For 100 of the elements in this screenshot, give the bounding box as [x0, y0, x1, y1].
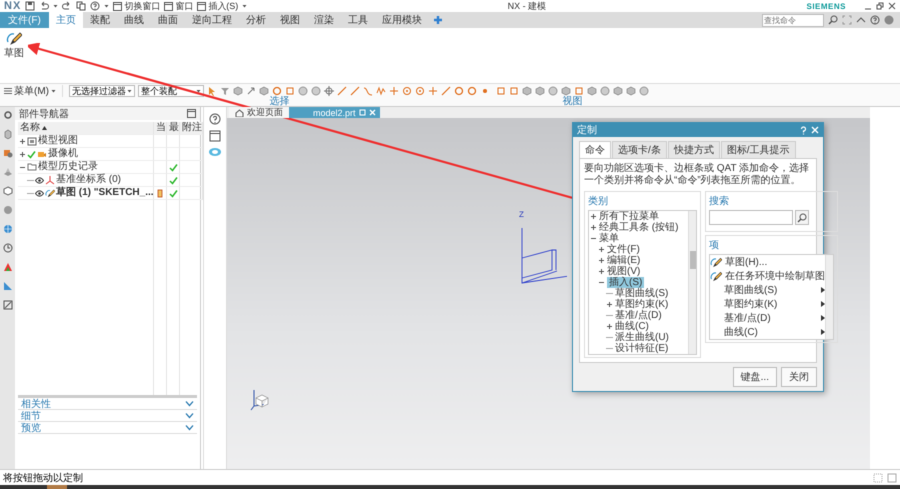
square-icon[interactable] — [509, 86, 519, 96]
restore-icon[interactable] — [876, 2, 884, 10]
collapsible-panel-header[interactable]: 预览 — [18, 422, 197, 434]
caret-up-icon[interactable] — [856, 15, 866, 25]
tree-item-label[interactable]: 模型视图 — [38, 135, 78, 147]
expand-icon[interactable] — [606, 301, 613, 308]
sphere-icon[interactable] — [600, 86, 610, 96]
category-item[interactable]: 草图约束(K) — [615, 299, 668, 310]
command-item[interactable]: 草图(H)... — [710, 255, 825, 269]
ribbon-tab[interactable]: 曲线 — [116, 12, 151, 28]
crosshair-icon[interactable] — [324, 86, 334, 96]
square-icon[interactable] — [574, 86, 584, 96]
tree-item-label[interactable]: 摄像机 — [48, 148, 78, 160]
submenu-item[interactable]: 草图约束(K) — [710, 297, 825, 311]
close-icon[interactable] — [888, 2, 896, 10]
ribbon-tab[interactable]: 渲染 — [306, 12, 341, 28]
sphere-icon[interactable] — [548, 86, 558, 96]
line-icon[interactable] — [441, 86, 451, 96]
point-icon[interactable] — [480, 86, 490, 96]
cube-icon[interactable] — [587, 86, 597, 96]
sketch-command-button[interactable]: 草图 — [4, 30, 24, 58]
curve-icon[interactable] — [363, 86, 373, 96]
search-field[interactable] — [709, 210, 793, 225]
collapse-icon[interactable] — [590, 235, 597, 242]
expand-icon[interactable] — [19, 150, 26, 158]
ribbon-tab[interactable]: 分析 — [238, 12, 273, 28]
cursor-icon[interactable] — [207, 86, 217, 96]
expand-icon[interactable] — [598, 268, 605, 275]
expand-icon[interactable] — [598, 257, 605, 264]
fullscreen-icon[interactable] — [842, 15, 852, 25]
search-button[interactable] — [795, 210, 809, 225]
category-item[interactable]: 视图(V) — [607, 266, 640, 277]
square-icon[interactable] — [496, 86, 506, 96]
panel-icon[interactable] — [209, 130, 221, 142]
command-item[interactable]: 在任务环境中绘制草图 — [710, 269, 825, 283]
expand-icon[interactable] — [590, 224, 597, 231]
search-icon[interactable] — [828, 15, 838, 25]
column-header[interactable]: 当 — [154, 122, 167, 135]
sphere-icon[interactable] — [2, 205, 12, 215]
submenu-item[interactable]: 曲线(C) — [710, 325, 825, 339]
zigzag-icon[interactable] — [376, 86, 386, 96]
category-item[interactable]: 设计特征(E) — [615, 343, 668, 354]
dialog-button[interactable]: 关闭 — [781, 367, 817, 387]
filter-icon[interactable] — [220, 86, 230, 96]
eye-icon[interactable] — [35, 190, 44, 196]
scrollbar[interactable] — [688, 211, 696, 354]
scrollbar[interactable] — [825, 255, 833, 339]
ribbon-tab[interactable]: 工具 — [340, 12, 375, 28]
clock-icon[interactable] — [2, 243, 12, 253]
user-icon[interactable] — [884, 15, 894, 25]
copy-icon[interactable] — [76, 1, 86, 11]
part-icon[interactable] — [2, 167, 12, 177]
category-item[interactable]: 曲线(C) — [615, 321, 649, 332]
dialog-tab[interactable]: 选项卡/条 — [612, 141, 667, 158]
quick-access-button[interactable]: 切换窗口 — [113, 0, 160, 12]
category-item[interactable]: 插入(S) — [607, 277, 644, 288]
globe-icon[interactable] — [2, 224, 12, 234]
category-item[interactable]: 编辑(E) — [607, 255, 640, 266]
document-tab[interactable]: 欢迎页面 — [229, 107, 289, 118]
redo-icon[interactable] — [62, 1, 72, 11]
collapsible-panel-header[interactable]: 细节 — [18, 410, 197, 422]
expand-icon[interactable] — [590, 213, 597, 220]
category-item[interactable]: 菜单 — [599, 233, 619, 244]
category-item[interactable]: 基准/点(D) — [615, 310, 662, 321]
submenu-item[interactable]: 基准/点(D) — [710, 311, 825, 325]
cube-icon[interactable] — [233, 86, 243, 96]
eye-icon[interactable] — [35, 176, 44, 184]
tree-item-label[interactable]: 模型历史记录 — [38, 161, 98, 173]
parts-icon[interactable] — [2, 148, 12, 158]
quick-access-button[interactable]: 插入(S) — [197, 0, 238, 12]
help-icon[interactable] — [90, 1, 100, 11]
circle-icon[interactable] — [272, 86, 282, 96]
sort-icon[interactable] — [41, 125, 48, 131]
expand-icon[interactable] — [19, 138, 26, 144]
save-icon[interactable] — [25, 1, 36, 11]
cube-icon[interactable] — [561, 86, 571, 96]
help-icon[interactable] — [870, 15, 880, 25]
line-icon[interactable] — [350, 86, 360, 96]
tree-item-label[interactable]: 草图 (1) "SKETCH_... — [56, 187, 154, 199]
ribbon-tab[interactable]: 主页 — [48, 12, 83, 28]
tree-item-label[interactable]: 基准坐标系 (0) — [56, 174, 121, 186]
circle-icon[interactable] — [467, 86, 477, 96]
column-header[interactable]: 附注 — [180, 122, 203, 135]
dialog-button[interactable]: 键盘... — [732, 367, 777, 387]
search-icon[interactable] — [797, 212, 807, 222]
command-search-field[interactable]: 查找命令 — [762, 14, 824, 26]
ribbon-tab[interactable]: 装配 — [82, 12, 117, 28]
category-item[interactable]: 经典工具条 (按钮) — [599, 222, 678, 233]
plus-icon[interactable] — [428, 86, 438, 96]
ribbon-tab[interactable]: 逆向工程 — [184, 12, 239, 28]
category-item[interactable]: 派生曲线(U) — [615, 332, 669, 343]
cube-icon[interactable] — [259, 86, 269, 96]
add-tab-icon[interactable] — [432, 15, 443, 25]
category-item[interactable]: 所有下拉菜单 — [599, 211, 659, 222]
dialog-tab[interactable]: 命令 — [579, 141, 611, 158]
help-icon[interactable] — [209, 113, 221, 125]
quick-access-button[interactable]: 窗口 — [164, 0, 194, 12]
dialog-tab[interactable]: 快捷方式 — [668, 141, 720, 158]
dropdown[interactable]: 无选择过滤器 — [69, 85, 135, 97]
collapsible-panel-header[interactable]: 相关性 — [18, 398, 197, 410]
